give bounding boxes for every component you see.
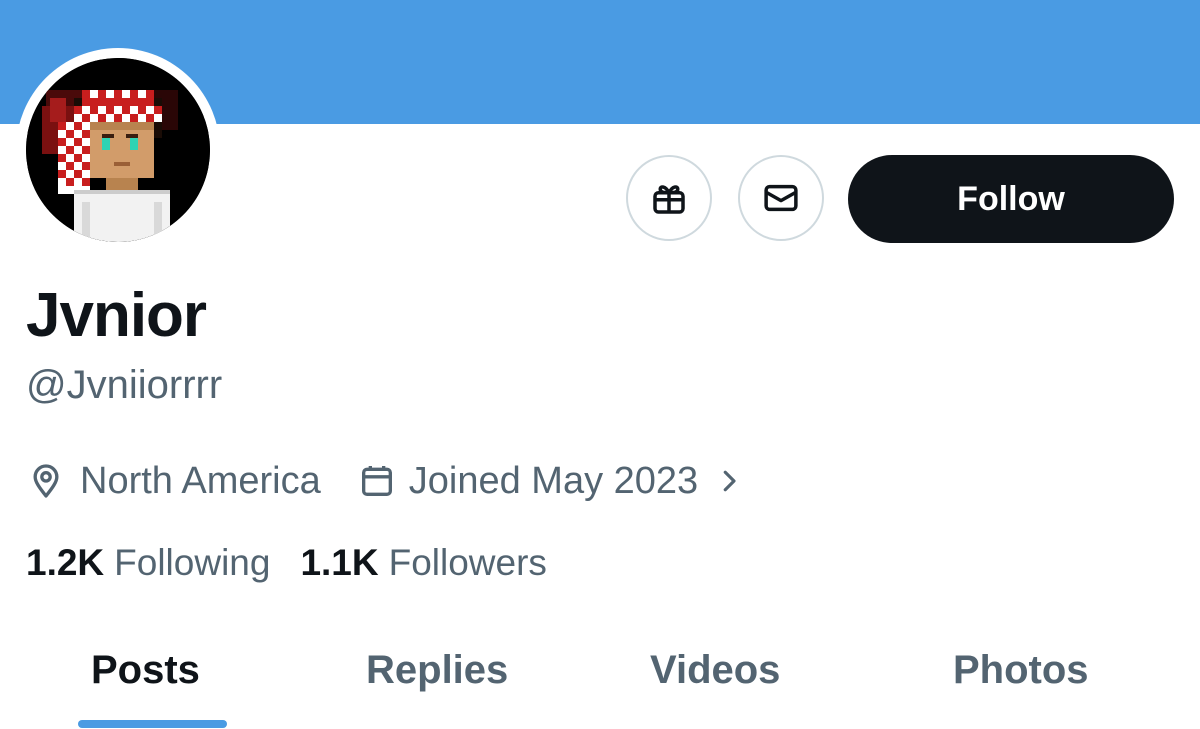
calendar-icon <box>361 466 392 496</box>
avatar-image <box>26 58 210 242</box>
tab-replies[interactable]: Replies <box>366 640 508 700</box>
location-pin-icon <box>33 464 59 498</box>
envelope-icon <box>764 184 798 212</box>
following-stat[interactable]: 1.2K Following <box>26 542 270 584</box>
location-item: North America <box>26 460 321 503</box>
message-button[interactable] <box>738 155 824 241</box>
follow-stats: 1.2K Following 1.1K Followers <box>26 537 547 589</box>
location-label: North America <box>80 459 321 502</box>
pixel-art-avatar <box>26 58 210 242</box>
avatar[interactable] <box>16 48 220 252</box>
following-label: Following <box>114 542 271 583</box>
following-count: 1.2K <box>26 542 105 583</box>
follow-button[interactable]: Follow <box>848 155 1174 243</box>
tab-posts[interactable]: Posts <box>91 640 200 700</box>
active-tab-indicator <box>78 720 227 728</box>
joined-item[interactable]: Joined May 2023 <box>321 460 744 503</box>
profile-handle: @Jvniiorrrr <box>26 363 223 407</box>
gift-button[interactable] <box>626 155 712 241</box>
follow-button-label: Follow <box>957 179 1065 218</box>
gift-icon <box>653 185 685 214</box>
joined-label: Joined May 2023 <box>408 459 699 502</box>
profile-display-name: Jvnior <box>26 281 207 350</box>
tab-photos[interactable]: Photos <box>953 640 1089 700</box>
chevron-right-icon[interactable] <box>714 466 744 496</box>
tab-videos[interactable]: Videos <box>650 640 780 700</box>
followers-count: 1.1K <box>300 542 379 583</box>
followers-stat[interactable]: 1.1K Followers <box>300 542 546 584</box>
followers-label: Followers <box>388 542 547 583</box>
profile-meta: North America Joined May 2023 <box>26 455 744 507</box>
